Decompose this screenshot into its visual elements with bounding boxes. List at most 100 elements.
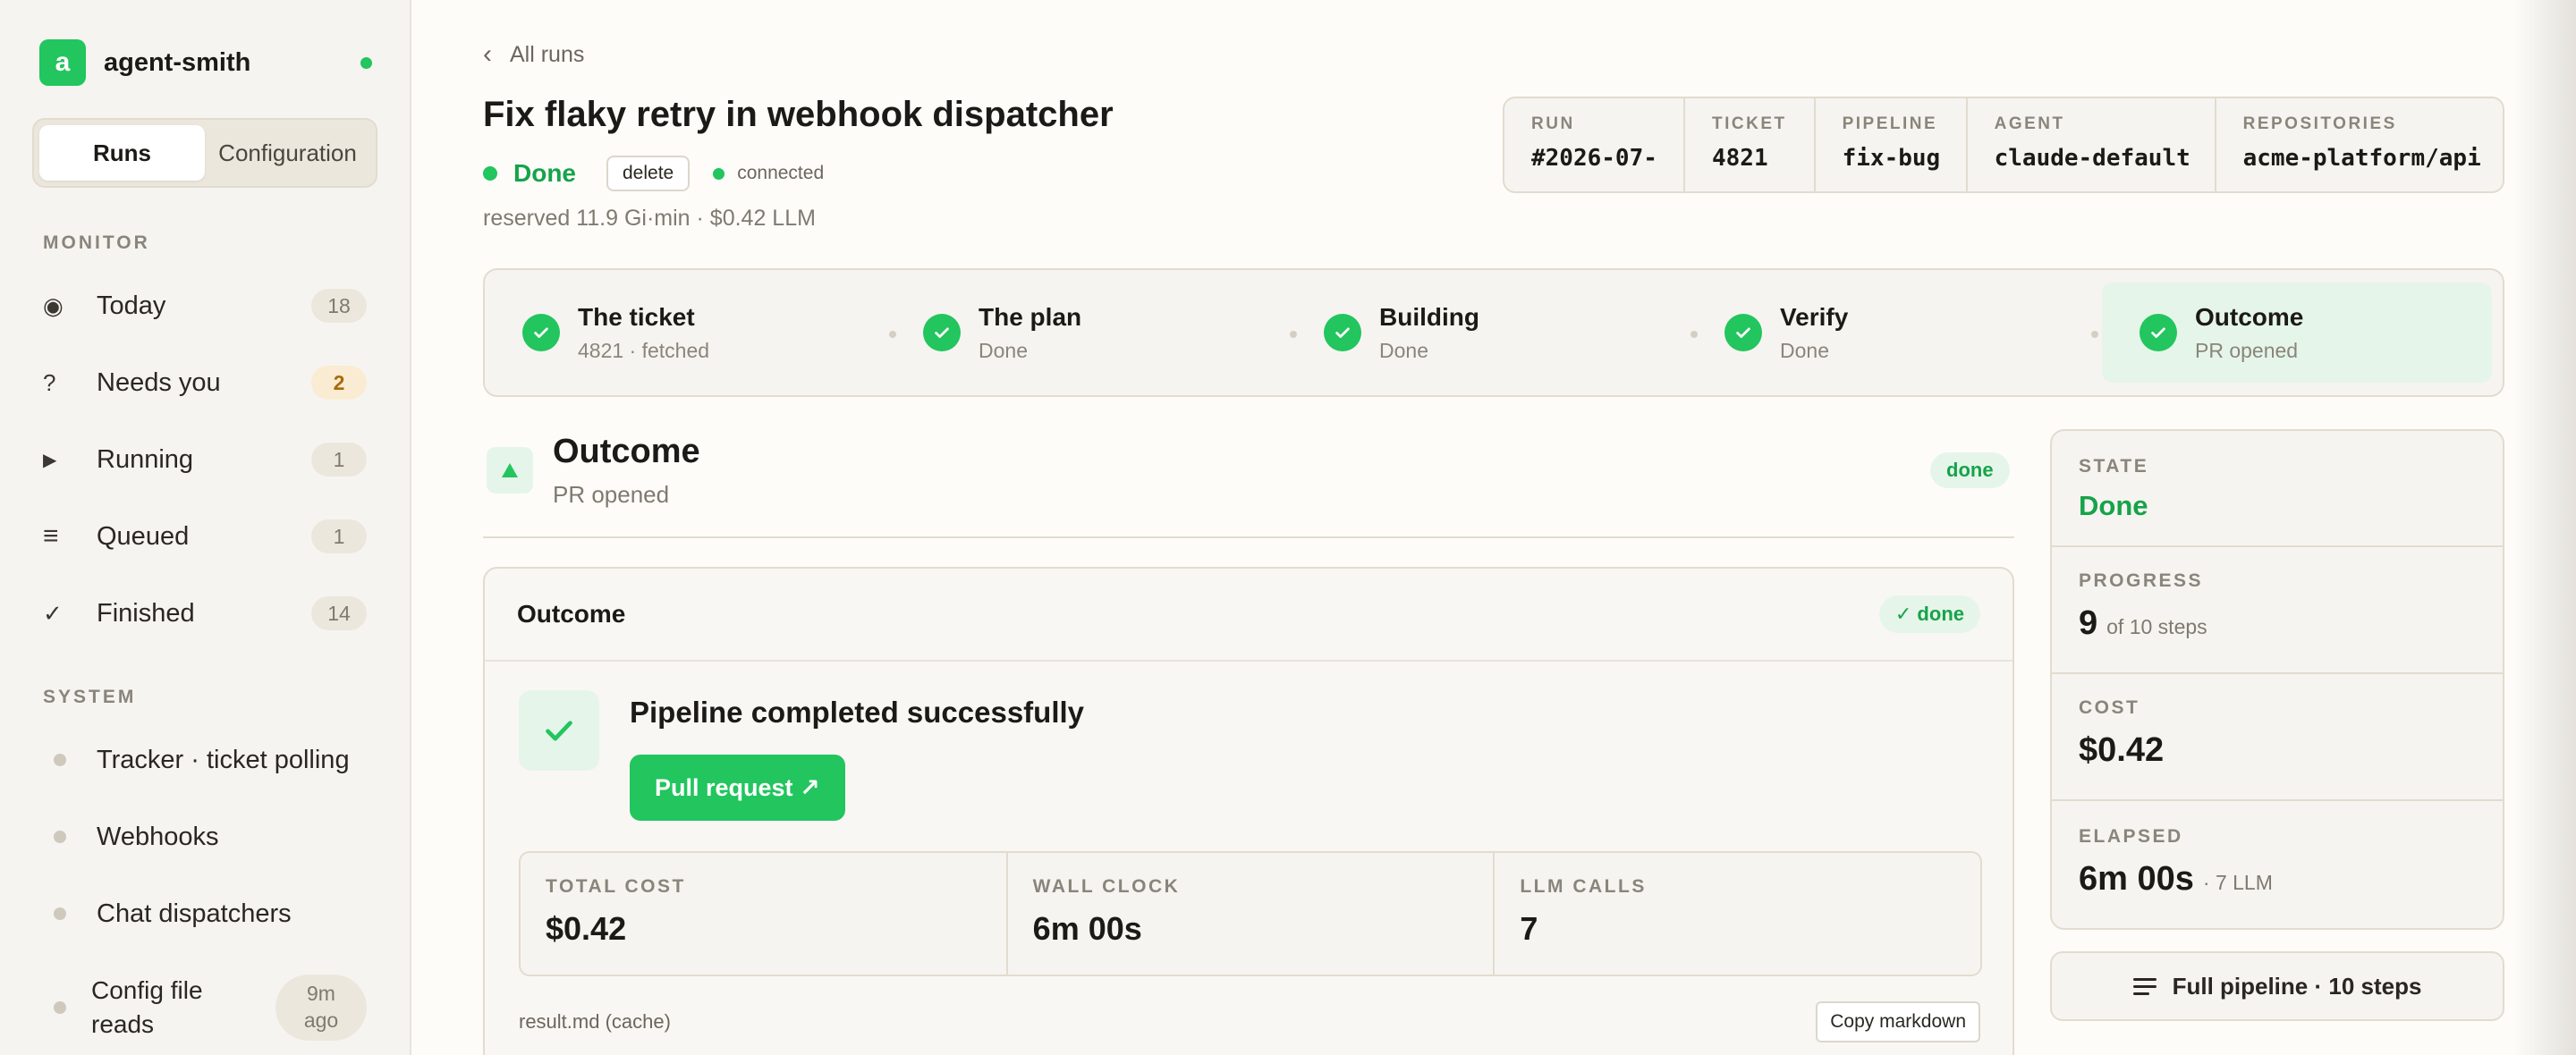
- sidebar-item-running[interactable]: ▶ Running 1: [43, 433, 367, 486]
- step-subtitle: Done: [1780, 338, 1829, 362]
- count-badge: 1: [311, 443, 367, 477]
- stat-llm-calls: LLM CALLS 7: [1495, 853, 1980, 975]
- status-dot-icon: [43, 831, 79, 843]
- outcome-card-header: Outcome ✓ done: [485, 569, 2012, 662]
- count-badge: 2: [311, 366, 367, 400]
- stat-wall-clock: WALL CLOCK 6m 00s: [1008, 853, 1496, 975]
- sidebar-item-webhooks[interactable]: Webhooks: [43, 810, 367, 864]
- pull-request-button[interactable]: Pull request ↗: [630, 755, 845, 821]
- sidebar-item-label: Today: [97, 291, 166, 320]
- meta-key: PIPELINE: [1842, 114, 1938, 133]
- resource-summary: reserved 11.9 Gi·min · $0.42 LLM: [483, 206, 816, 231]
- meta-value: 4821: [1712, 145, 1768, 172]
- outcome-triangle-icon: [487, 447, 533, 494]
- run-meta-card: RUN #2026-07- TICKET 4821 PIPELINE fix-b…: [1503, 97, 2504, 193]
- check-circle-icon: [923, 314, 961, 351]
- step-subtitle: 4821 · fetched: [578, 338, 710, 362]
- sidebar-item-finished[interactable]: ✓ Finished 14: [43, 587, 367, 640]
- question-icon: ?: [43, 368, 56, 396]
- meta-ticket: TICKET 4821: [1685, 98, 1816, 191]
- sidebar-item-queued[interactable]: ≡ Queued 1: [43, 510, 367, 563]
- stat-total-cost: TOTAL COST $0.42: [521, 853, 1008, 975]
- check-circle-icon: [1724, 314, 1762, 351]
- sidebar-item-tracker[interactable]: Tracker · ticket polling: [43, 733, 367, 787]
- stat-value: 6m 00s: [1032, 910, 1142, 947]
- workspace-name: agent-smith: [104, 47, 251, 77]
- summary-value: Done: [2079, 490, 2148, 521]
- full-pipeline-button[interactable]: Full pipeline · 10 steps: [2050, 951, 2504, 1021]
- view-switcher: Runs Configuration: [32, 118, 377, 188]
- back-to-runs-link[interactable]: ‹ All runs: [483, 39, 584, 70]
- success-check-icon: [519, 690, 599, 771]
- outcome-stats: TOTAL COST $0.42 WALL CLOCK 6m 00s LLM C…: [519, 851, 1982, 976]
- tab-configuration[interactable]: Configuration: [205, 125, 370, 181]
- run-status: Done: [513, 159, 576, 187]
- outcome-title: Outcome: [553, 433, 700, 470]
- meta-repositories: REPOSITORIES acme-platform/api: [2216, 98, 2508, 191]
- meta-value: fix-bug: [1842, 145, 1941, 172]
- step-title: Building: [1379, 302, 1479, 331]
- edge-shadow: [2513, 0, 2576, 1055]
- monitor-section-label: MONITOR: [43, 232, 150, 253]
- result-file-label: result.md (cache): [519, 1010, 671, 1033]
- page-title: Fix flaky retry in webhook dispatcher: [483, 95, 1114, 134]
- step-the-plan[interactable]: The plan Done: [886, 283, 1275, 383]
- sidebar: a agent-smith Runs Configuration MONITOR…: [0, 0, 411, 1055]
- sidebar-item-config-file-reads[interactable]: Config file reads 9m ago: [43, 973, 367, 1042]
- summary-value: $0.42: [2079, 731, 2165, 769]
- summary-progress: PROGRESS 9 of 10 steps: [2052, 547, 2503, 674]
- status-dot-icon: [43, 754, 79, 766]
- check-circle-icon: [522, 314, 560, 351]
- count-badge: 18: [311, 289, 367, 323]
- sidebar-item-label: Finished: [97, 598, 195, 628]
- summary-value: 6m 00s · 7 LLM: [2079, 860, 2273, 898]
- summary-value: 9 of 10 steps: [2079, 604, 2207, 642]
- checkmark-icon: ✓: [43, 599, 63, 627]
- count-badge: 1: [311, 519, 367, 553]
- sidebar-item-label: Config file reads: [91, 976, 203, 1038]
- play-icon: ▶: [43, 450, 57, 470]
- check-circle-icon: [1324, 314, 1361, 351]
- status-dot-icon: [43, 907, 79, 920]
- count-badge: 14: [311, 596, 367, 630]
- step-outcome[interactable]: Outcome PR opened: [2102, 283, 2492, 383]
- delete-button[interactable]: delete: [606, 156, 691, 191]
- sidebar-item-label: Webhooks: [97, 822, 219, 851]
- meta-key: TICKET: [1712, 114, 1787, 133]
- outcome-done-chip: ✓ done: [1878, 595, 1980, 633]
- radio-target-icon: ◉: [43, 291, 64, 319]
- workspace-header[interactable]: a agent-smith: [39, 39, 372, 86]
- step-the-ticket[interactable]: The ticket 4821 · fetched: [485, 283, 875, 383]
- stat-key: WALL CLOCK: [1032, 876, 1181, 897]
- run-summary-panel: STATE Done PROGRESS 9 of 10 steps COST $0…: [2050, 429, 2504, 930]
- sidebar-item-label: Queued: [97, 521, 190, 551]
- sidebar-item-needs-you[interactable]: ? Needs you 2: [43, 356, 367, 409]
- step-title: The plan: [979, 302, 1082, 331]
- sidebar-item-today[interactable]: ◉ Today 18: [43, 279, 367, 333]
- status-dot-icon: [483, 166, 497, 181]
- meta-pipeline: PIPELINE fix-bug: [1816, 98, 1968, 191]
- sidebar-item-label: Needs you: [97, 367, 221, 397]
- step-verify[interactable]: Verify Done: [1687, 283, 2077, 383]
- outcome-card-title: Outcome: [517, 600, 626, 628]
- step-subtitle: Done: [1379, 338, 1428, 362]
- sidebar-item-label: Running: [97, 444, 194, 474]
- stat-key: TOTAL COST: [546, 876, 686, 897]
- stat-value: $0.42: [546, 910, 627, 947]
- outcome-card: Outcome ✓ done Pipeline completed succes…: [483, 567, 2014, 1055]
- step-subtitle: Done: [979, 338, 1028, 362]
- run-status-row: Done delete connected: [483, 156, 824, 191]
- meta-key: REPOSITORIES: [2242, 114, 2397, 133]
- full-pipeline-label: Full pipeline · 10 steps: [2172, 972, 2422, 1000]
- copy-markdown-button[interactable]: Copy markdown: [1816, 1001, 1980, 1042]
- step-building[interactable]: Building Done: [1286, 283, 1676, 383]
- sidebar-item-label: Chat dispatchers: [97, 899, 292, 928]
- outcome-status-badge: done: [1930, 452, 2010, 488]
- sidebar-item-chat-dispatchers[interactable]: Chat dispatchers: [43, 887, 367, 941]
- meta-value[interactable]: acme-platform/api: [2243, 145, 2481, 172]
- connection-status: connected: [737, 163, 825, 183]
- tab-runs[interactable]: Runs: [39, 125, 205, 181]
- pipeline-stepper: The ticket 4821 · fetched The plan Done Bu…: [483, 268, 2504, 397]
- summary-key: ELAPSED: [2079, 826, 2183, 847]
- summary-state: STATE Done: [2052, 431, 2503, 547]
